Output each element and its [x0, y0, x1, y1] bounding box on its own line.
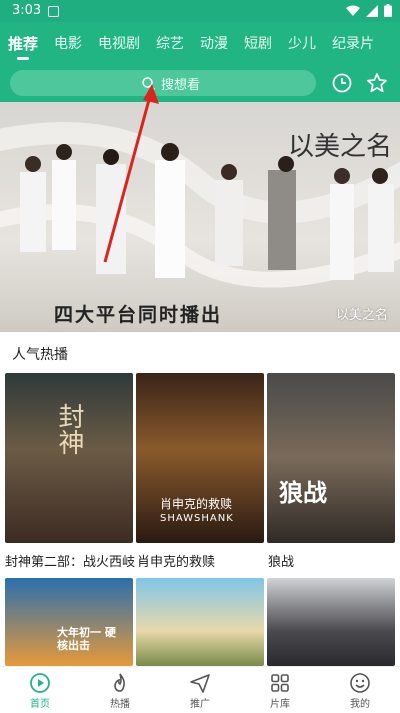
header: 推荐 电影 电视剧 综艺 动漫 短剧 少儿 纪录片 搜想看: [0, 22, 400, 102]
notification-icon: [48, 6, 59, 17]
nav-label: 首页: [30, 699, 50, 710]
bottom-nav: 首页 热播 推广 片库 我的: [0, 666, 400, 713]
poster-art-sub: SHAWSHANK: [160, 513, 234, 524]
tab-item[interactable]: 动漫: [192, 22, 236, 66]
tab-item[interactable]: 综艺: [148, 22, 192, 66]
home-play-icon: [30, 673, 50, 693]
poster-fengshen[interactable]: 封神: [5, 373, 133, 543]
tab-item[interactable]: 少儿: [280, 22, 324, 66]
status-icons: [346, 4, 392, 17]
nav-item[interactable]: 推广: [160, 667, 240, 713]
search-placeholder: 搜想看: [161, 77, 201, 93]
star-icon[interactable]: [366, 72, 388, 94]
banner-slogan: 四大平台同时播出: [54, 304, 223, 326]
poster-art-text: 大年初一 硬核出击: [57, 626, 116, 652]
nav-label: 推广: [190, 699, 210, 710]
battery-icon: [384, 4, 392, 17]
nav-label: 热播: [110, 699, 130, 710]
nav-item[interactable]: 我的: [320, 667, 400, 713]
status-time: 3:03: [12, 3, 42, 18]
poster-title[interactable]: 肖申克的救赎: [137, 551, 215, 570]
signal-icon: [366, 4, 378, 17]
hero-banner[interactable]: 以美之名 四大平台同时播出 以美之名: [0, 102, 400, 332]
poster-row2-3[interactable]: [267, 578, 395, 666]
poster-art-text: 肖申克的救赎: [160, 497, 233, 511]
banner-logo: 以美之名: [287, 132, 392, 162]
tab-item[interactable]: 电影: [46, 22, 90, 66]
banner-subtitle: 以美之名: [335, 308, 388, 323]
poster-art-text: 狼战: [279, 479, 327, 507]
nav-item[interactable]: 片库: [240, 667, 320, 713]
smile-icon: [350, 673, 370, 693]
category-tabs: 推荐 电影 电视剧 综艺 动漫 短剧 少儿 纪录片: [0, 22, 400, 66]
tab-item[interactable]: 纪录片: [324, 22, 382, 66]
poster-row2-1[interactable]: 大年初一 硬核出击: [5, 578, 133, 666]
poster-row2-2[interactable]: [136, 578, 264, 666]
poster-langzhan[interactable]: 狼战: [267, 373, 395, 543]
search-bar[interactable]: 搜想看: [10, 70, 316, 96]
tab-item[interactable]: 电视剧: [90, 22, 148, 66]
search-icon: [142, 76, 155, 90]
status-bar: 3:03: [0, 0, 400, 22]
nav-item[interactable]: 热播: [80, 667, 160, 713]
grid-icon: [271, 674, 289, 692]
flame-icon: [114, 673, 125, 692]
nav-item[interactable]: 首页: [0, 667, 80, 713]
tab-item[interactable]: 短剧: [236, 22, 280, 66]
send-icon: [190, 674, 210, 693]
poster-title[interactable]: 狼战: [268, 551, 294, 570]
tab-item[interactable]: 推荐: [0, 22, 46, 66]
poster-title[interactable]: 封神第二部：战火西岐: [5, 551, 135, 570]
wifi-icon: [346, 5, 360, 16]
section-title: 人气热播: [12, 347, 68, 363]
nav-label: 我的: [350, 699, 370, 710]
poster-shawshank[interactable]: 肖申克的救赎 SHAWSHANK: [136, 373, 264, 543]
nav-label: 片库: [270, 699, 290, 710]
poster-art-text: 封神: [54, 403, 84, 455]
history-icon[interactable]: [331, 72, 353, 94]
